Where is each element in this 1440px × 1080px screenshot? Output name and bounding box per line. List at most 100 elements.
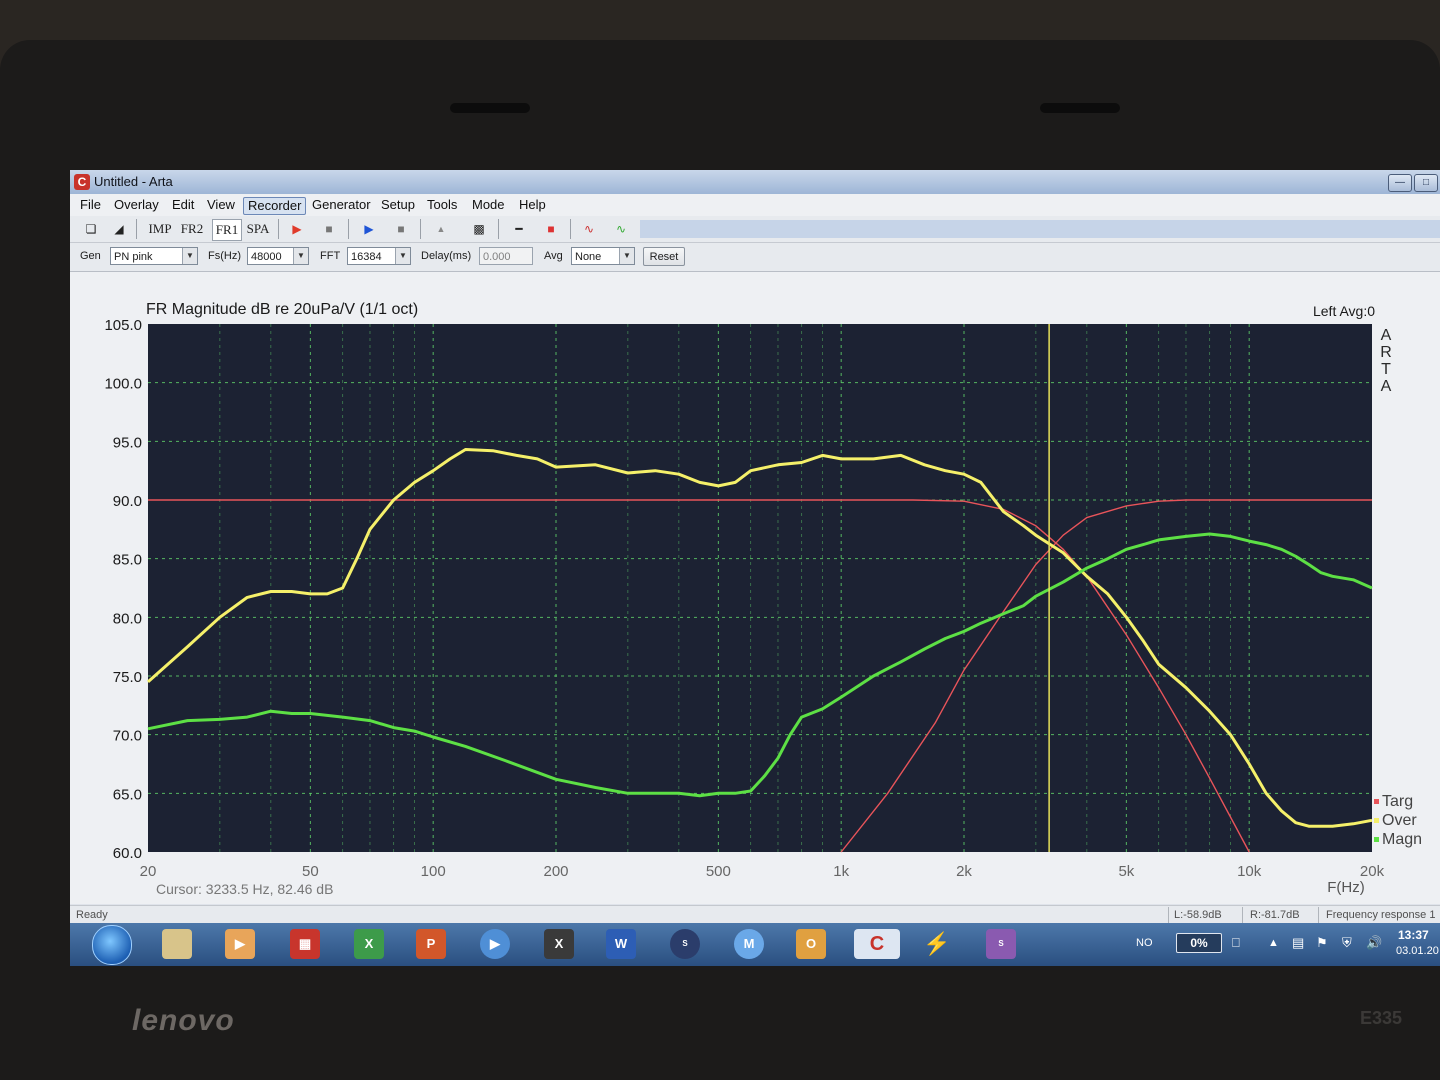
x-tick-label: 10k	[1237, 863, 1262, 880]
right-level: R:-81.7dB	[1250, 909, 1300, 921]
y-tick-label: 65.0	[113, 786, 142, 803]
watermark-letter: R	[1380, 344, 1392, 361]
xa-tool-icon[interactable]: X	[544, 929, 574, 959]
menu-generator[interactable]: Generator	[308, 197, 375, 213]
fs-select[interactable]: 48000 ▼	[247, 247, 309, 265]
arta-logo-icon: C	[74, 174, 90, 190]
left-level: L:-58.9dB	[1174, 909, 1222, 921]
powerpoint-icon[interactable]: P	[416, 929, 446, 959]
open-file-icon[interactable]: ◢	[108, 219, 130, 239]
explorer-icon[interactable]	[162, 929, 192, 959]
delay-label: Delay(ms)	[421, 250, 472, 262]
menu-file[interactable]: File	[76, 197, 105, 213]
word-icon[interactable]: W	[606, 929, 636, 959]
menu-edit[interactable]: Edit	[168, 197, 198, 213]
lightning-icon[interactable]: ⚡	[922, 929, 952, 959]
menu-view[interactable]: View	[203, 197, 239, 213]
menu-recorder[interactable]: Recorder	[243, 197, 307, 215]
avg-label: Avg	[544, 250, 563, 262]
avg-select[interactable]: None ▼	[571, 247, 635, 265]
legend-label-targ: Targ	[1382, 793, 1413, 810]
media-player-icon[interactable]: ▶	[225, 929, 255, 959]
messenger-icon[interactable]: M	[734, 929, 764, 959]
new-file-icon[interactable]: ❏	[80, 219, 102, 239]
status-separator	[1318, 907, 1319, 923]
toolbar-separator	[348, 219, 349, 239]
fr1-mode-button[interactable]: FR1	[212, 219, 242, 241]
language-indicator[interactable]: NO	[1136, 937, 1153, 949]
taskbar: ▶ ▦ X P ▶ X W S M O C ⚡ S NO 0% ⎕ ▲ ▤ ⚑ …	[70, 923, 1440, 966]
fft-select[interactable]: 16384 ▼	[347, 247, 411, 265]
fft-value: 16384	[351, 251, 382, 263]
arta-taskbar-icon[interactable]: C	[854, 929, 900, 959]
y-tick-label: 70.0	[113, 728, 142, 745]
y-tick-label: 60.0	[113, 845, 142, 862]
sensor-slot	[1040, 103, 1120, 113]
watermark-letter: T	[1381, 361, 1391, 378]
start-button[interactable]	[92, 925, 132, 965]
measurement-mode: Frequency response 1	[1326, 909, 1436, 921]
tray-expand-icon[interactable]: ▲	[1268, 937, 1279, 949]
window-titlebar[interactable]: C Untitled - Arta — □	[70, 170, 1440, 194]
maximize-button[interactable]: □	[1414, 174, 1438, 192]
menu-help[interactable]: Help	[515, 197, 550, 213]
minimize-button[interactable]: —	[1388, 174, 1412, 192]
laptop-model: E335	[1360, 1008, 1403, 1028]
security-icon[interactable]: ⛨	[1342, 935, 1352, 951]
x-tick-label: 100	[421, 863, 446, 880]
chevron-down-icon: ▼	[182, 248, 197, 264]
delay-field[interactable]: 0.000	[479, 247, 533, 265]
power-plug-icon[interactable]: ⎕	[1232, 935, 1240, 951]
sonos-icon[interactable]: S	[670, 929, 700, 959]
menu-setup[interactable]: Setup	[377, 197, 419, 213]
steps-icon[interactable]: S	[986, 929, 1016, 959]
media-center-icon[interactable]: ▶	[480, 929, 510, 959]
grid-tool-icon[interactable]: ▩	[466, 219, 492, 239]
legend-swatch	[1374, 837, 1379, 842]
imp-mode-button[interactable]: IMP	[146, 219, 174, 239]
toolbar-separator	[570, 219, 571, 239]
signal-icon[interactable]: ∿	[608, 219, 634, 239]
stop-record-icon[interactable]: ■	[318, 219, 340, 239]
excel-icon[interactable]: X	[354, 929, 384, 959]
toolbar-separator	[136, 219, 137, 239]
network-icon[interactable]: ▤	[1292, 935, 1304, 951]
abc-icon[interactable]: ▲	[428, 219, 454, 239]
spa-mode-button[interactable]: SPA	[244, 219, 272, 239]
clock-time: 13:37	[1398, 928, 1429, 942]
avg-value: None	[575, 251, 602, 263]
x-tick-label: 500	[706, 863, 731, 880]
battery-indicator[interactable]: 0%	[1176, 933, 1222, 953]
probe-icon[interactable]: ━	[506, 219, 532, 239]
reset-button[interactable]: Reset	[643, 247, 685, 266]
y-tick-label: 80.0	[113, 610, 142, 627]
x-tick-label: 20k	[1360, 863, 1385, 880]
app-grid-icon[interactable]: ▦	[290, 929, 320, 959]
play-icon[interactable]: ▶	[358, 219, 380, 239]
menu-mode[interactable]: Mode	[468, 197, 509, 213]
x-tick-label: 1k	[833, 863, 849, 880]
watermark-letter: A	[1381, 327, 1392, 344]
y-tick-label: 75.0	[113, 669, 142, 686]
menu-tools[interactable]: Tools	[423, 197, 461, 213]
volume-icon[interactable]: 🔊	[1366, 935, 1382, 951]
status-separator	[1168, 907, 1169, 923]
record-icon[interactable]: ▶	[286, 219, 308, 239]
toolbar-separator	[420, 219, 421, 239]
y-tick-label: 90.0	[113, 493, 142, 510]
status-ready: Ready	[76, 909, 108, 921]
menu-overlay[interactable]: Overlay	[110, 197, 163, 213]
x-tick-label: 2k	[956, 863, 972, 880]
laptop-brand: lenovo	[132, 1004, 235, 1037]
spectrum-icon[interactable]: ■	[538, 219, 564, 239]
stop-play-icon[interactable]: ■	[390, 219, 412, 239]
fs-value: 48000	[251, 251, 282, 263]
fr2-mode-button[interactable]: FR2	[178, 219, 206, 239]
frequency-response-chart[interactable]: FR Magnitude dB re 20uPa/V (1/1 oct) Lef…	[70, 272, 1440, 904]
flag-icon[interactable]: ⚑	[1316, 935, 1328, 951]
gen-value: PN pink	[114, 251, 153, 263]
outlook-icon[interactable]: O	[796, 929, 826, 959]
gen-select[interactable]: PN pink ▼	[110, 247, 198, 265]
scope-icon[interactable]: ∿	[576, 219, 602, 239]
chevron-down-icon: ▼	[619, 248, 634, 264]
